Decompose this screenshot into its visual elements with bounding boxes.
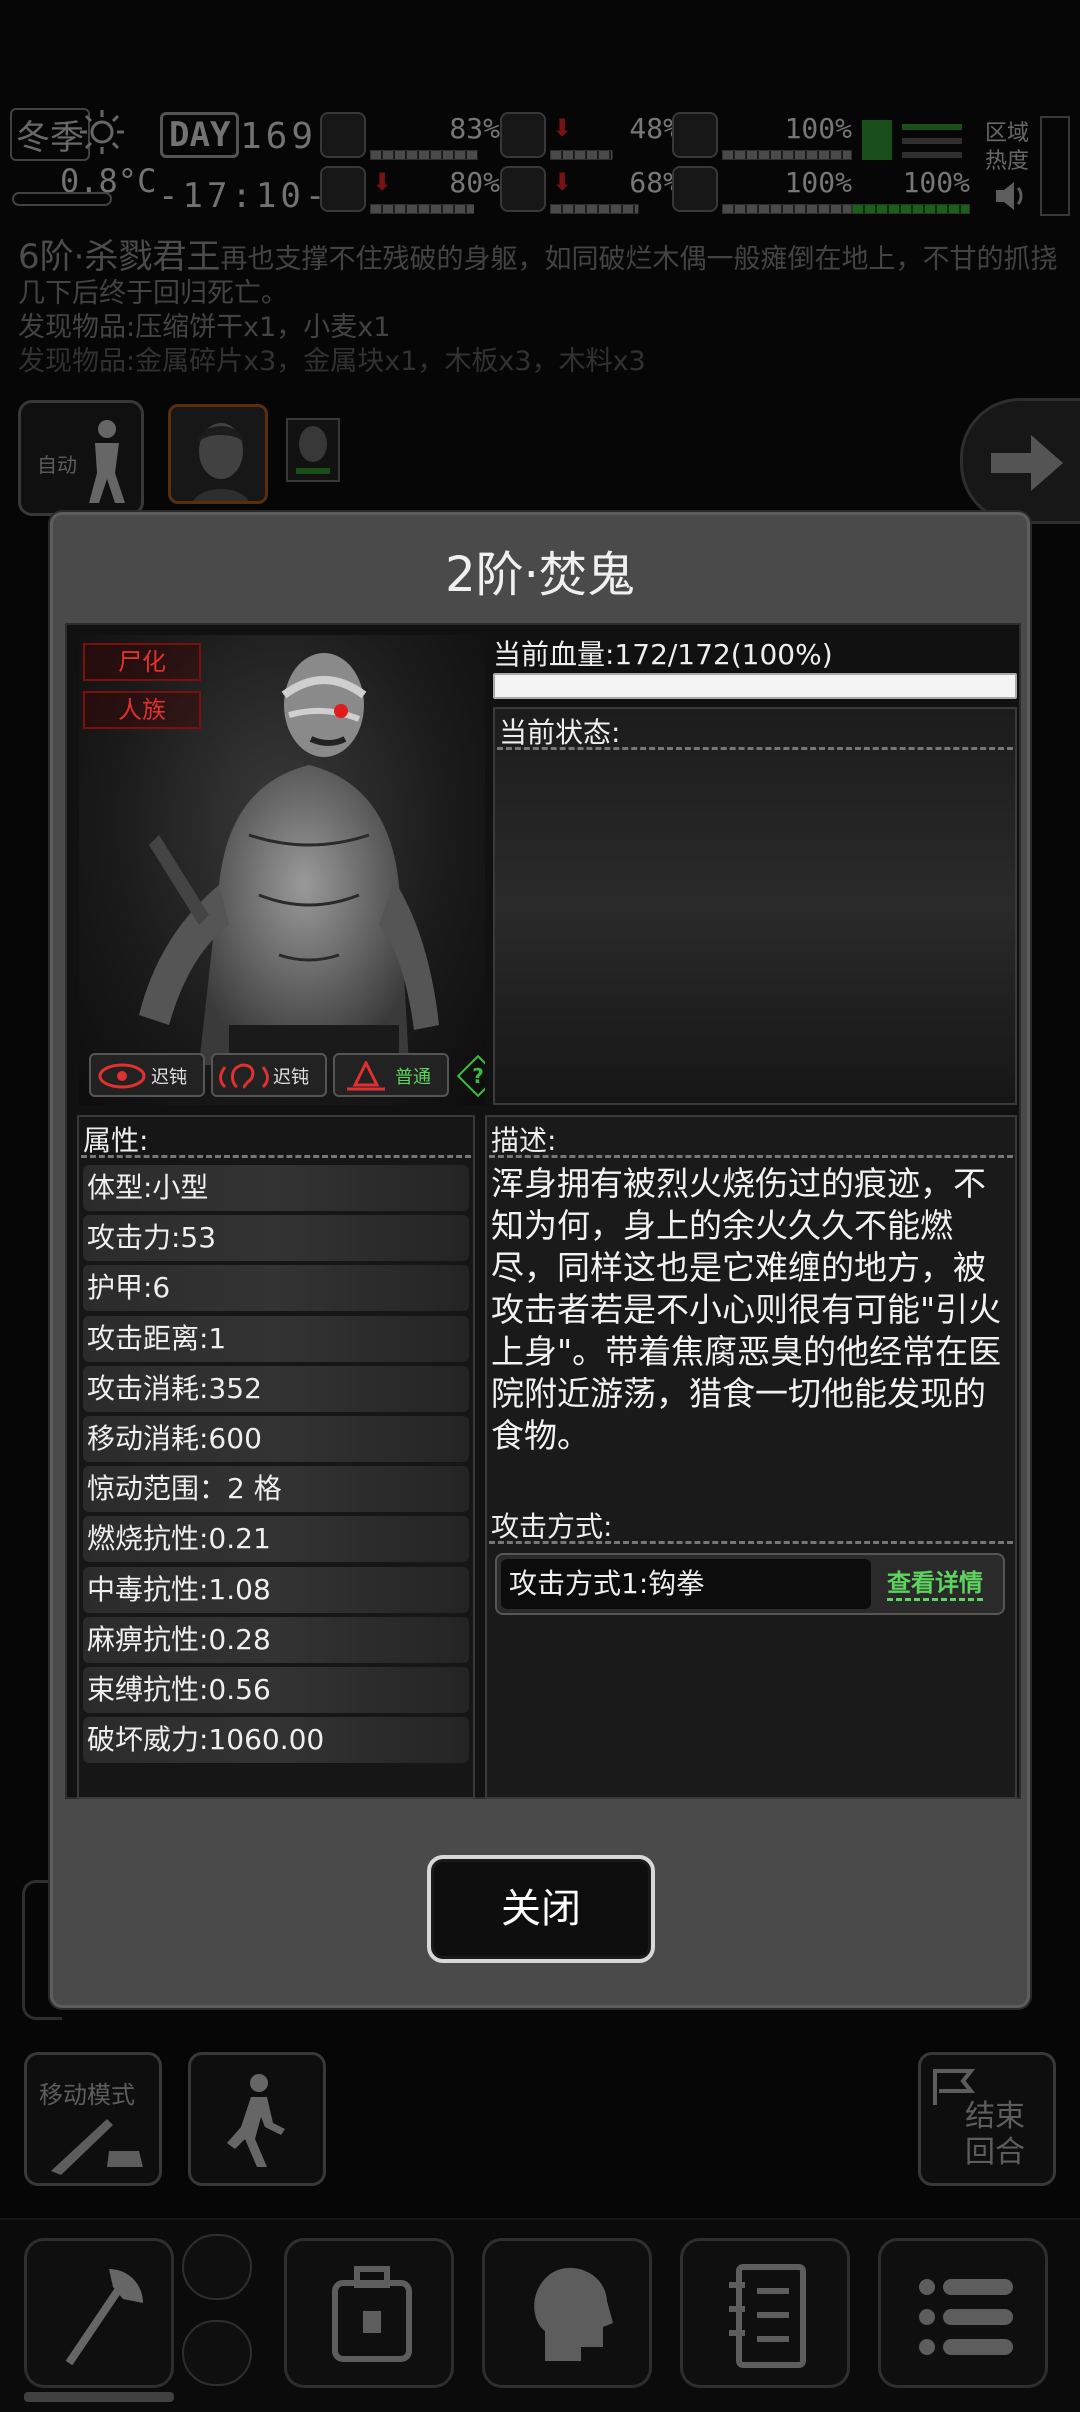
close-button[interactable]: 关闭 <box>427 1855 655 1963</box>
tag-human: 人族 <box>83 691 201 729</box>
attribute-row: 束缚抗性:0.56 <box>83 1666 469 1713</box>
hp-label: 当前血量:172/172(100%) <box>493 638 833 671</box>
attribute-row: 移动消耗:600 <box>83 1415 469 1462</box>
attributes-list: 体型:小型 攻击力:53 护甲:6 攻击距离:1 攻击消耗:352 移动消耗:600 惊动范… <box>83 1165 469 1767</box>
status-panel: 当前状态: <box>493 707 1017 1105</box>
nose-icon <box>347 1061 385 1091</box>
sense-indicators: 迟钝 迟钝 普通 ? <box>89 1053 485 1098</box>
attack-methods-label: 攻击方式: <box>491 1510 613 1543</box>
attributes-panel: 属性: 体型:小型 攻击力:53 护甲:6 攻击距离:1 攻击消耗:352 移动消耗:60… <box>77 1115 475 1799</box>
attack-method-name: 攻击方式1:钩拳 <box>501 1559 871 1609</box>
creature-info-dialog: 2阶·焚鬼 尸化 人族 迟钝 迟钝 普通 ? 当前血量:172/172(100%… <box>50 512 1030 2008</box>
smell-indicator[interactable]: 普通 <box>333 1053 449 1097</box>
attribute-row: 攻击距离:1 <box>83 1315 469 1362</box>
hp-bar-fill <box>495 675 1015 697</box>
creature-title: 2阶·焚鬼 <box>445 547 635 603</box>
dialog-content: 尸化 人族 迟钝 迟钝 普通 ? 当前血量:172/172(100%) 当前状态… <box>65 623 1021 1799</box>
attributes-label: 属性: <box>83 1124 149 1157</box>
attribute-row: 体型:小型 <box>83 1165 469 1211</box>
attribute-row: 攻击消耗:352 <box>83 1365 469 1412</box>
attribute-row: 护甲:6 <box>83 1265 469 1312</box>
attack-method-row: 攻击方式1:钩拳 查看详情 <box>495 1553 1005 1615</box>
description-text: 浑身拥有被烈火烧伤过的痕迹，不知为何，身上的余火久久不能燃尽，同样这也是它难缠的… <box>491 1164 1002 1455</box>
description-panel: 描述: 浑身拥有被烈火烧伤过的痕迹，不知为何，身上的余火久久不能燃尽，同样这也是… <box>485 1115 1017 1799</box>
tag-zombified: 尸化 <box>83 643 201 681</box>
sight-indicator[interactable]: 迟钝 <box>89 1053 205 1097</box>
description-label: 描述: <box>491 1124 557 1157</box>
hearing-indicator[interactable]: 迟钝 <box>211 1053 327 1097</box>
view-details-button[interactable]: 查看详情 <box>887 1563 983 1601</box>
attribute-row: 麻痹抗性:0.28 <box>83 1616 469 1663</box>
help-icon[interactable]: ? <box>456 1054 485 1098</box>
attribute-row: 攻击力:53 <box>83 1215 469 1262</box>
creature-image: 尸化 人族 迟钝 迟钝 普通 ? <box>79 635 485 1105</box>
attribute-row: 燃烧抗性:0.21 <box>83 1516 469 1563</box>
eye-icon <box>98 1063 146 1089</box>
attribute-row: 中毒抗性:1.08 <box>83 1566 469 1613</box>
status-label: 当前状态: <box>499 716 621 749</box>
ear-icon <box>219 1063 269 1089</box>
attribute-row: 惊动范围：2 格 <box>83 1466 469 1513</box>
hp-bar <box>493 673 1017 699</box>
attribute-row: 破坏威力:1060.00 <box>83 1717 469 1764</box>
